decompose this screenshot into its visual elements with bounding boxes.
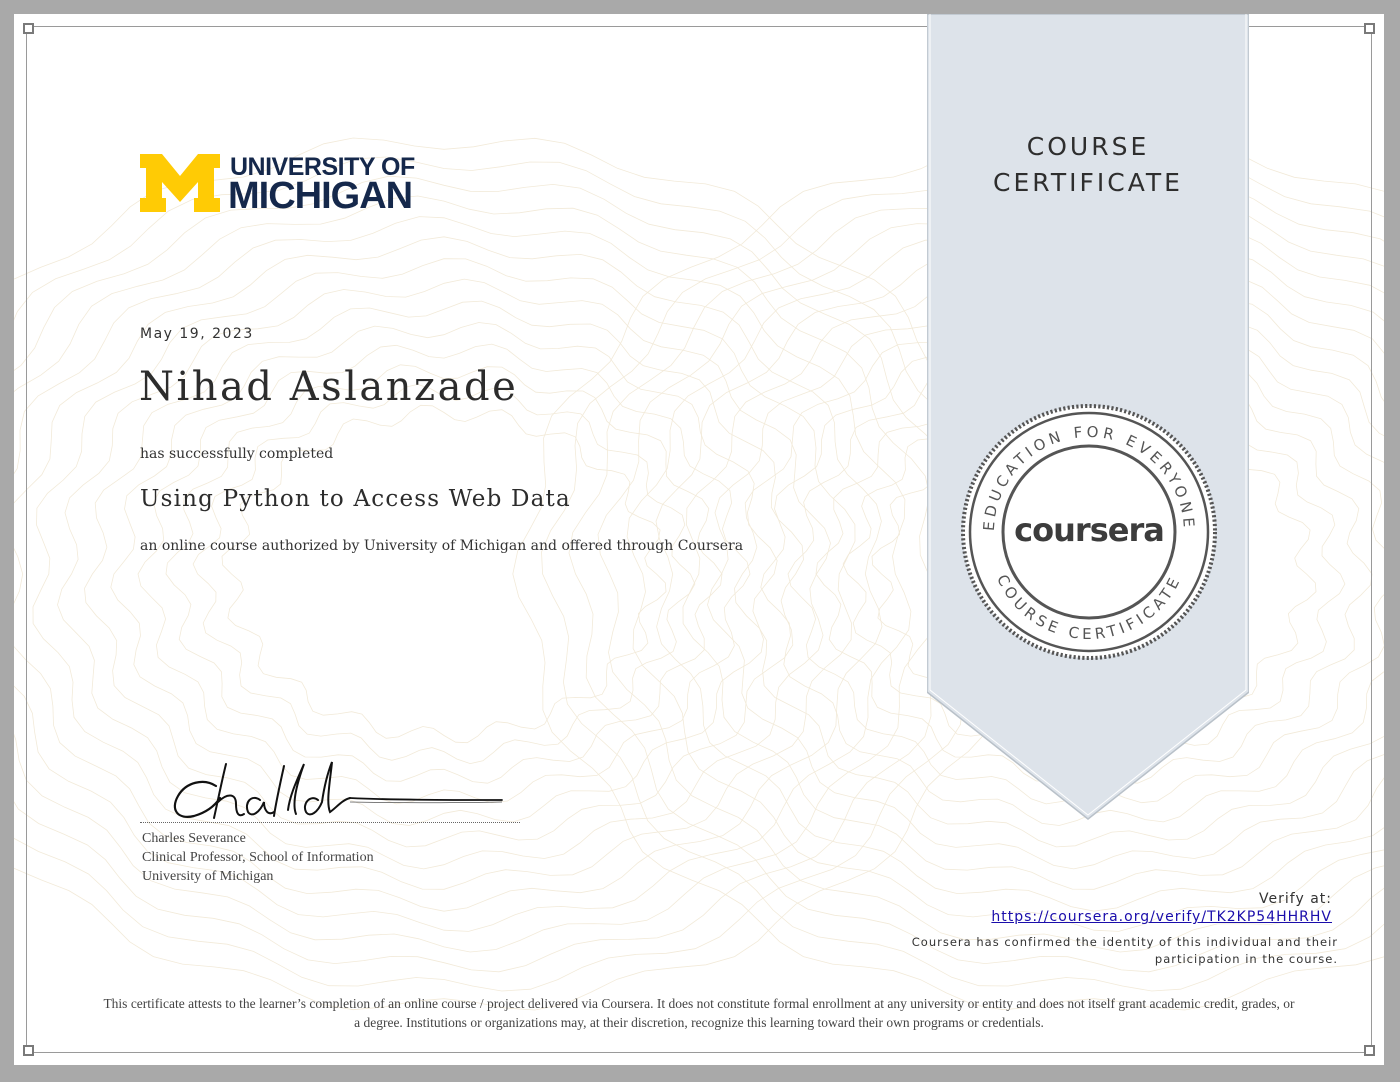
disclaimer-line-2: a degree. Institutions or organizations … [354,1015,1044,1030]
signer-institution: University of Michigan [142,869,274,884]
verify-link[interactable]: https://coursera.org/verify/TK2KP54HHRHV [991,909,1332,925]
corner-mark-bottom-left [23,1045,34,1056]
logo-line-2: MICHIGAN [228,175,413,217]
corner-mark-top-right [1364,23,1375,34]
issue-date: May 19, 2023 [140,326,254,342]
ribbon-title: COURSE CERTIFICATE [928,129,1248,201]
certificate-sheet: UNIVERSITY OF MICHIGAN May 19, 2023 Niha… [14,14,1384,1065]
signer-name: Charles Severance [142,831,246,846]
confirm-line-2: participation in the course. [1154,952,1338,966]
completion-text: has successfully completed [140,446,334,462]
footer-disclaimer: This certificate attests to the learner’… [44,994,1354,1032]
ribbon-title-line-1: COURSE [1026,132,1150,161]
signer-title: Clinical Professor, School of Informatio… [142,850,374,865]
seal-brand: coursera [1014,511,1165,549]
signature-line [140,822,520,823]
identity-confirmation: Coursera has confirmed the identity of t… [878,934,1338,968]
verify-label: Verify at: [1259,891,1332,907]
course-title: Using Python to Access Web Data [140,486,571,512]
disclaimer-line-1: This certificate attests to the learner’… [103,996,1295,1011]
handwritten-signature-icon [173,761,503,819]
block-m-icon [140,154,220,212]
authorization-text: an online course authorized by Universit… [140,538,744,554]
university-logo: UNIVERSITY OF MICHIGAN [140,154,440,217]
confirm-line-1: Coursera has confirmed the identity of t… [911,935,1338,949]
ribbon-title-line-2: CERTIFICATE [993,168,1183,197]
recipient-name: Nihad Aslanzade [139,364,519,410]
corner-mark-top-left [23,23,34,34]
corner-mark-bottom-right [1364,1045,1375,1056]
verify-block: Verify at: https://coursera.org/verify/T… [991,890,1332,926]
signer-block: Charles Severance Clinical Professor, Sc… [142,829,374,886]
